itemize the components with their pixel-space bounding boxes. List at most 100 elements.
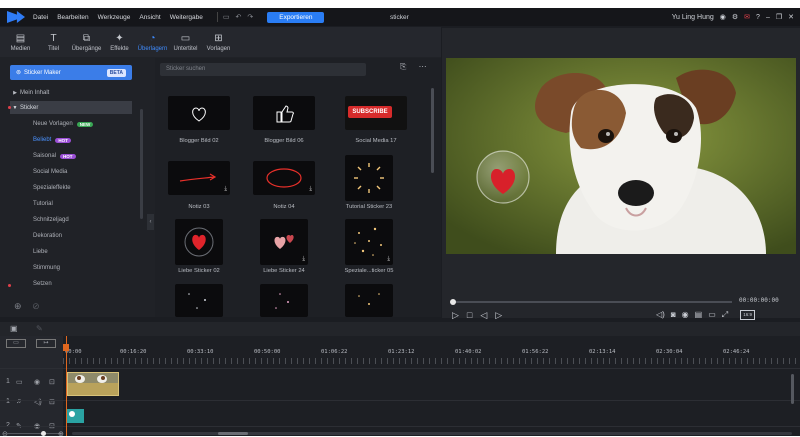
redo-icon[interactable]: ↷ <box>247 13 253 21</box>
menu-tools[interactable]: Werkzeuge <box>98 14 131 21</box>
menu-file[interactable]: Datei <box>33 14 48 21</box>
fit-timeline-button[interactable]: ↦ <box>36 339 56 348</box>
category-decoration[interactable]: Dekoration <box>33 233 62 239</box>
layout-icon[interactable]: ▭ <box>223 13 230 21</box>
previous-frame-icon[interactable]: ◁ <box>480 310 487 321</box>
category-seasonal[interactable]: Saisonal HOT <box>33 153 76 159</box>
grid-scrollbar[interactable] <box>431 88 434 173</box>
timeline-mode-icon[interactable]: ▣ <box>10 324 18 333</box>
snapshot-icon[interactable]: ◙ <box>671 310 676 320</box>
category-mood[interactable]: Stimmung <box>33 265 60 271</box>
tree-sticker[interactable]: ▼ Sticker <box>10 101 132 114</box>
sidebar-scrollbar[interactable] <box>140 109 143 219</box>
undo-icon[interactable]: ↶ <box>235 13 241 21</box>
sticker-card[interactable]: ⤓ <box>260 219 308 265</box>
menu-view[interactable]: Ansicht <box>139 14 160 21</box>
settings-icon[interactable]: ⚙ <box>732 13 738 21</box>
tab-label: Übergänge <box>71 45 102 52</box>
tab-transitions[interactable]: ⧉ Übergänge <box>70 27 103 57</box>
sticker-clip[interactable] <box>67 409 84 423</box>
sticker-card[interactable]: SUBSCRIBE <box>345 96 407 130</box>
tab-titles[interactable]: T Titel <box>37 27 70 57</box>
sticker-card[interactable] <box>168 96 230 130</box>
sticker-card[interactable] <box>345 284 393 317</box>
scrollbar-thumb[interactable] <box>218 432 248 435</box>
tab-templates[interactable]: ⊞ Vorlagen <box>202 27 235 57</box>
tab-media[interactable]: ▤ Medien <box>4 27 37 57</box>
sticker-card[interactable]: ⤓ <box>345 219 393 265</box>
export-button[interactable]: Exportieren <box>267 11 325 23</box>
category-love[interactable]: Liebe <box>33 249 48 255</box>
tab-label: Medien <box>10 45 31 52</box>
track-view-button[interactable]: ▭ <box>6 339 26 348</box>
category-scavenger-hunt[interactable]: Schnitzeljagd <box>33 217 69 223</box>
restore-icon[interactable]: ❐ <box>776 13 782 21</box>
download-icon[interactable]: ⤓ <box>224 186 227 193</box>
download-icon[interactable]: ⤓ <box>302 256 305 263</box>
playhead-handle[interactable] <box>63 344 69 351</box>
sticker-card[interactable]: ⤓ <box>253 161 315 195</box>
preview-video[interactable] <box>446 58 796 254</box>
play-icon[interactable]: ▷ <box>452 310 459 321</box>
category-label: Beliebt <box>33 137 52 143</box>
category-special-effects[interactable]: Spezialeffekte <box>33 185 71 191</box>
help-icon[interactable]: ? <box>756 14 760 21</box>
user-name[interactable]: Yu Ling Hung <box>672 14 714 21</box>
sticker-card[interactable]: ⤓ <box>168 161 230 195</box>
add-folder-icon[interactable]: ⊕ <box>14 301 22 311</box>
search-input[interactable]: Sticker suchen <box>160 63 366 76</box>
volume-icon[interactable]: ◁) <box>656 310 665 320</box>
minimize-icon[interactable]: – <box>766 14 770 21</box>
sticker-maker-button[interactable]: ⊚ Sticker Maker BETA <box>10 65 132 80</box>
playhead[interactable] <box>66 336 67 436</box>
visibility-icon[interactable]: ◉ <box>34 378 40 386</box>
account-icon[interactable]: ◉ <box>720 13 726 21</box>
import-icon[interactable]: ⎘ <box>400 62 406 71</box>
tab-effects[interactable]: ✦ Effekte <box>103 27 136 57</box>
category-social-media[interactable]: Social Media <box>33 169 67 175</box>
download-icon[interactable]: ⤓ <box>309 186 312 193</box>
title-icon: T <box>50 32 57 44</box>
collapse-sidebar-button[interactable]: ‹ <box>147 214 154 230</box>
category-tutorial[interactable]: Tutorial <box>33 201 53 207</box>
more-options-icon[interactable]: ⋯ <box>419 62 427 71</box>
zoom-slider-handle[interactable] <box>41 431 46 436</box>
scrubber-handle[interactable] <box>450 299 456 305</box>
close-icon[interactable]: ✕ <box>788 13 794 21</box>
sticker-label: Liebe Sticker 02 <box>178 268 220 274</box>
category-new-templates[interactable]: Neue Vorlagen NEW <box>33 121 94 127</box>
aspect-ratio-button[interactable]: 16:9 <box>740 310 755 320</box>
sticker-card[interactable] <box>260 284 308 317</box>
zoom-in-icon[interactable]: ⊕ <box>58 430 64 437</box>
3d-view-icon[interactable]: ◉ <box>682 310 689 320</box>
preview-quality-icon[interactable]: ▤ <box>695 310 703 320</box>
menu-share[interactable]: Weitergabe <box>170 14 203 21</box>
track-scrollbar[interactable] <box>791 374 794 404</box>
tab-overlay[interactable]: ◔ Überlagern <box>136 27 169 57</box>
ruler-label: 02:13:14 <box>589 349 616 355</box>
zoom-slider[interactable] <box>6 431 61 436</box>
sticker-maker-label: Sticker Maker <box>24 69 61 76</box>
heart-outline-icon <box>192 107 206 122</box>
fullscreen-icon[interactable]: ⤢ <box>722 310 728 320</box>
tree-my-content[interactable]: ▶ Mein Inhalt <box>10 86 132 99</box>
notification-icon[interactable]: ✉ <box>744 13 750 21</box>
menu-edit[interactable]: Bearbeiten <box>57 14 88 21</box>
stop-icon[interactable]: □ <box>467 310 472 321</box>
delete-folder-icon[interactable]: ⊘ <box>32 301 40 311</box>
category-set[interactable]: Setzen <box>33 281 52 287</box>
sticker-card[interactable] <box>175 284 223 317</box>
playback-scrubber[interactable] <box>450 299 732 305</box>
next-frame-icon[interactable]: ▷ <box>495 310 502 321</box>
video-clip[interactable] <box>67 372 119 396</box>
category-popular[interactable]: Beliebt HOT <box>33 137 71 143</box>
download-icon[interactable]: ⤓ <box>387 256 390 263</box>
sticker-card[interactable] <box>253 96 315 130</box>
timeline-ruler[interactable]: 00:00 00:16:20 00:33:10 00:50:00 01:06:2… <box>63 336 800 364</box>
sticker-card[interactable] <box>175 219 223 265</box>
timeline-horizontal-scrollbar[interactable] <box>72 432 792 435</box>
sticker-card[interactable] <box>345 155 393 201</box>
display-icon[interactable]: ▭ <box>708 310 716 320</box>
lock-icon[interactable]: ⊡ <box>49 378 55 386</box>
tab-subtitles[interactable]: ▭ Untertitel <box>169 27 202 57</box>
